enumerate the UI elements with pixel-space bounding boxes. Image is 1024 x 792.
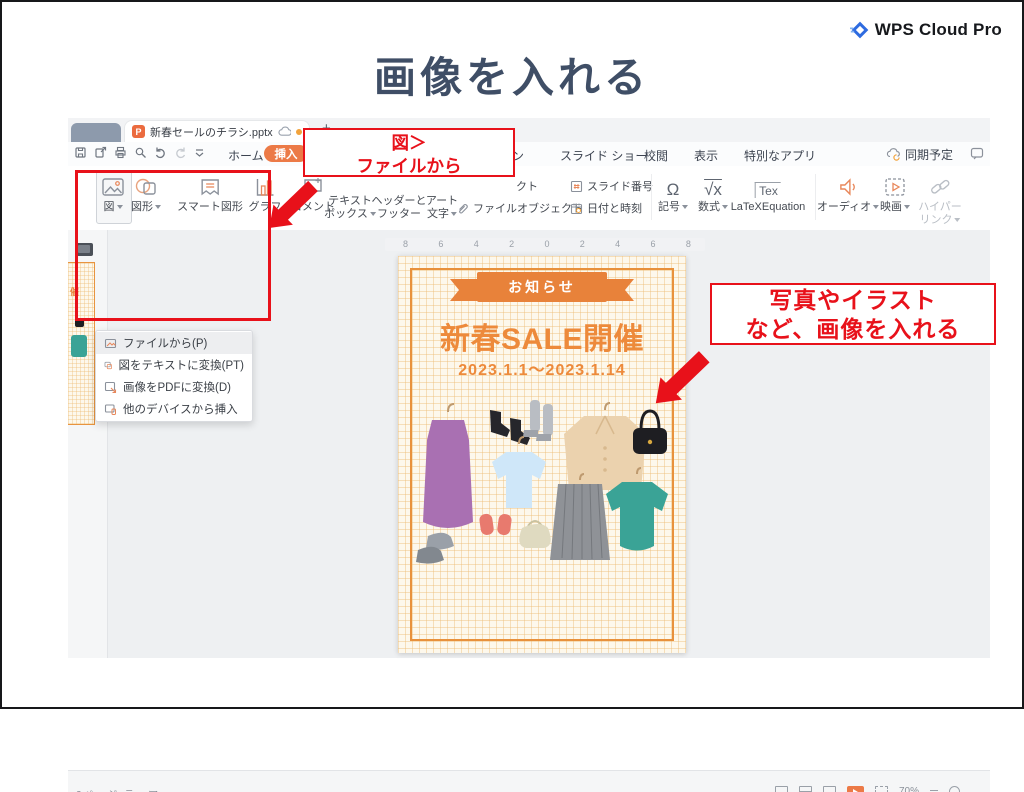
find-icon[interactable]	[134, 146, 147, 159]
status-bar: 2ページ テーマ 70%	[68, 770, 990, 792]
annotation-arrow-to-slide	[650, 350, 712, 410]
insert-symbol-button[interactable]: Ω 記号	[658, 172, 688, 214]
presentation-file-icon: P	[132, 125, 145, 138]
insert-audio-button[interactable]: オーディオ	[817, 172, 879, 214]
tex-icon: Tex	[755, 182, 781, 198]
document-tab-bar: P 新春セールのチラシ.pptx +	[68, 118, 990, 142]
latex-equation-button[interactable]: Tex LaTeXEquation	[731, 172, 806, 214]
picture-dropdown-menu: ファイルから(P) 図をテキストに変換(PT) 画像をPDFに変換(D) 他のデ…	[95, 330, 253, 422]
cloud-sync-icon	[886, 148, 901, 161]
tab-home[interactable]: ホーム	[228, 147, 264, 164]
insert-equation-button[interactable]: √x 数式	[698, 172, 728, 214]
ribbon-separator	[815, 174, 816, 220]
thumbnail-sweater-shape	[71, 335, 87, 357]
wps-logo-icon	[850, 20, 870, 40]
zoom-in-icon[interactable]	[949, 786, 960, 792]
object-button-fragment[interactable]: クト	[516, 178, 538, 194]
background-tab[interactable]	[71, 123, 121, 142]
insert-from-device-icon	[104, 403, 117, 416]
hyperlink-icon	[918, 172, 962, 198]
print-icon[interactable]	[114, 146, 127, 159]
unsaved-dot	[296, 129, 302, 135]
slide-sorter-icon[interactable]	[799, 786, 812, 792]
menu-item-from-device[interactable]: 他のデバイスから挿入	[96, 398, 252, 420]
page-title: 画像を入れる	[0, 44, 1024, 105]
undo-icon[interactable]	[154, 146, 167, 159]
header-footer-button[interactable]: ヘッダーとフッター	[372, 192, 427, 220]
sync-schedule-button[interactable]: 同期予定	[886, 146, 953, 163]
zoom-level[interactable]: 70%	[899, 786, 919, 792]
slideshow-play-button[interactable]	[847, 786, 864, 792]
cloud-icon	[278, 126, 291, 137]
toolbar-more-icon[interactable]	[194, 146, 205, 159]
sync-label: 同期予定	[905, 146, 953, 163]
ribbon-separator	[651, 174, 652, 220]
annotation-arrow-to-menu	[264, 180, 320, 234]
tab-special-apps[interactable]: 特別なアプリ	[744, 147, 816, 164]
status-left-text: 2ページ テーマ	[76, 786, 160, 792]
normal-view-icon[interactable]	[775, 786, 788, 792]
menu-item-from-file[interactable]: ファイルから(P)	[96, 332, 252, 354]
menu-bar: ホーム 挿入 ョン スライド ショー 校閲 表示 特別なアプリ 同期予定	[68, 142, 990, 167]
picture-to-text-icon	[104, 359, 112, 372]
hyperlink-button-disabled[interactable]: ハイパーリンク	[918, 172, 962, 226]
file-object-button[interactable]: ファイルオブジェクト	[456, 200, 583, 216]
slide-title-text: 新春SALE開催	[398, 314, 686, 358]
save-icon[interactable]	[74, 146, 87, 159]
document-tab[interactable]: P 新春セールのチラシ.pptx	[124, 120, 310, 142]
word-art-button[interactable]: アート文字	[426, 192, 458, 220]
paperclip-icon	[456, 202, 469, 215]
insert-textbox-button[interactable]: テキストボックス	[324, 192, 376, 220]
audio-icon	[817, 172, 879, 198]
movie-icon	[880, 172, 910, 198]
calendar-icon	[570, 202, 583, 215]
omega-icon: Ω	[667, 181, 680, 198]
clothing-illustration	[406, 396, 678, 596]
tab-view[interactable]: 表示	[694, 147, 718, 164]
tab-review[interactable]: 校閲	[644, 147, 668, 164]
formula-icon: √x	[704, 181, 722, 198]
menu-item-picture-to-pdf[interactable]: 画像をPDFに変換(D)	[96, 376, 252, 398]
wps-cloud-pro-logo: WPS Cloud Pro	[850, 20, 1002, 40]
date-time-button[interactable]: 日付と時刻	[570, 200, 642, 216]
zoom-out-icon[interactable]	[930, 790, 938, 791]
menu-item-picture-to-text[interactable]: 図をテキストに変換(PT)	[96, 354, 252, 376]
reading-view-icon[interactable]	[823, 786, 836, 792]
annotation-callout-menu-path: 図＞ ファイルから	[303, 128, 515, 177]
logo-text: WPS Cloud Pro	[875, 20, 1002, 40]
document-name: 新春セールのチラシ.pptx	[150, 124, 273, 140]
notice-ribbon-banner: お知らせ	[477, 272, 607, 302]
comment-panel-icon[interactable]	[970, 147, 984, 160]
annotation-callout-insert-image: 写真やイラスト など、画像を入れる	[710, 283, 996, 345]
horizontal-ruler: 864 202 468	[385, 238, 705, 251]
insert-movie-button[interactable]: 映画	[880, 172, 910, 214]
annotation-highlight-box	[75, 170, 271, 321]
tab-insert-active[interactable]: 挿入	[264, 145, 308, 162]
slide-number-button[interactable]: スライド番号	[570, 178, 653, 194]
tab-slideshow[interactable]: スライド ショー	[560, 147, 647, 164]
redo-icon[interactable]	[174, 146, 187, 159]
picture-to-pdf-icon	[104, 381, 117, 394]
picture-icon	[104, 337, 117, 350]
slide-dates-text: 2023.1.1～2023.1.14	[398, 356, 686, 380]
fit-slide-icon[interactable]	[875, 786, 888, 792]
export-icon[interactable]	[94, 146, 107, 159]
slide-number-icon	[570, 180, 583, 193]
slide-canvas[interactable]: お知らせ 新春SALE開催 2023.1.1～2023.1.14	[398, 256, 686, 653]
